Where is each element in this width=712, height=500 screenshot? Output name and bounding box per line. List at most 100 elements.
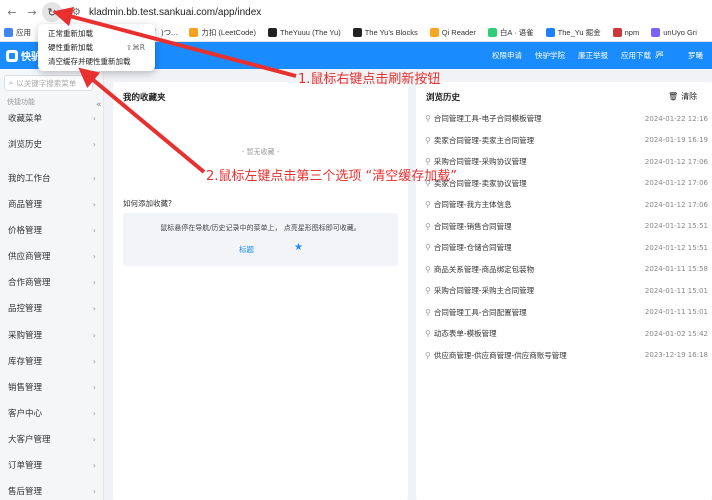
sidebar-item[interactable]: 采购管理 › (0, 326, 104, 344)
nav-academy[interactable]: 快驴学院 (535, 50, 565, 61)
bookmark-item[interactable]: The Yu's Blocks (352, 28, 418, 37)
sidebar-item[interactable]: 合作商管理 › (0, 273, 104, 291)
bookmark-favicon-icon (429, 28, 439, 37)
chevron-right-icon: › (92, 277, 96, 287)
chevron-right-icon: › (92, 434, 96, 444)
nav-permission-apply[interactable]: 权限申请 (492, 50, 522, 61)
history-item-time: 2024-01-12 17:06 (644, 179, 708, 187)
chevron-right-icon: › (92, 460, 96, 470)
sidebar-item[interactable]: 品控管理 › (0, 299, 104, 317)
history-item-time: 2023-12-19 16:18 (644, 351, 708, 359)
history-title: 浏览历史 (426, 93, 461, 103)
logo-icon (6, 49, 18, 62)
sidebar: ⌕ 以关键字搜索菜单 快捷功能 « 收藏菜单 › 浏览历史 › 我的工作台 › 商品管理 › 价… (0, 69, 104, 500)
sidebar-item[interactable]: 销售管理 › (0, 378, 104, 396)
link-icon: ⚲ (425, 135, 431, 145)
sidebar-item-label: 客户中心 (8, 409, 43, 419)
sidebar-item[interactable]: 浏览历史 › (0, 135, 104, 153)
address-bar[interactable]: ⚙ kladmin.bb.test.sankuai.com/app/index (72, 7, 261, 18)
shortcut-label: ⇧⌘R (126, 42, 145, 52)
clear-history-button[interactable]: 🗑 清除 (668, 91, 697, 102)
menu-item-hard-reload[interactable]: 硬性重新加载 ⇧⌘R (38, 40, 155, 54)
bookmark-item[interactable]: TheYuuu (The Yu) (267, 28, 341, 37)
sidebar-item[interactable]: 大客户管理 › (0, 430, 104, 448)
user-name[interactable]: 罗曦 (688, 50, 703, 61)
bookmark-favicon-icon (4, 28, 13, 37)
link-icon: ⚲ (425, 286, 431, 295)
url-text: kladmin.bb.test.sankuai.com/app/index (88, 6, 262, 18)
history-item-name: 合同管理-仓储合同管理 (433, 243, 512, 252)
sidebar-item[interactable]: 库存管理 › (0, 352, 104, 370)
sidebar-item-label: 浏览历史 (8, 140, 43, 150)
forward-arrow-icon[interactable]: → (22, 2, 42, 22)
history-item-name: 商品关系管理-商品绑定包装物 (433, 264, 535, 274)
sidebar-item-label: 库存管理 (8, 357, 43, 367)
history-item-name: 卖家合同管理-卖家主合同管理 (433, 135, 535, 145)
history-item-time: 2024-01-02 15:42 (644, 329, 708, 338)
bookmark-item[interactable]: The_Yu 掘金 (545, 27, 601, 38)
link-icon: ⚲ (425, 264, 431, 274)
bookmark-favicon-icon (545, 28, 555, 37)
history-row[interactable]: ⚲ 卖家合同管理-卖家主合同管理 2024-01-19 16:19 (425, 130, 708, 151)
menu-item-empty-cache-hard-reload[interactable]: 清空缓存并硬性重新加载 (38, 54, 155, 68)
annotation-step-2: 2.鼠标左键点击第三个选项 “清空缓存加载” (206, 169, 458, 184)
link-icon: ⚲ (425, 243, 431, 252)
sidebar-item-label: 收藏菜单 (8, 114, 43, 124)
history-row[interactable]: ⚲ 合同管理工具-电子合同模板管理 2024-01-22 12:16 (425, 108, 708, 129)
menu-search-input[interactable]: ⌕ 以关键字搜索菜单 (4, 75, 93, 91)
bookmark-item[interactable]: Qi Reader (429, 28, 476, 37)
annotation-step-1: 1.鼠标右键点击刷新按钮 (298, 72, 441, 87)
sidebar-item-label: 大客户管理 (8, 435, 51, 445)
chevron-right-icon: › (92, 303, 96, 313)
sidebar-item[interactable]: 收藏菜单 › (0, 109, 104, 127)
history-row[interactable]: ⚲ 合同管理-销售合同管理 2024-01-12 15:51 (425, 216, 708, 237)
bookmark-favicon-icon (189, 28, 199, 37)
history-row[interactable]: ⚲ 合同管理-我方主体信息 2024-01-12 17:06 (425, 194, 708, 215)
history-row[interactable]: ⚲ 合同管理-仓储合同管理 2024-01-12 15:51 (425, 237, 708, 258)
history-item-name: 卖家合同管理-卖家协议管理 (433, 178, 527, 188)
bookmark-item[interactable]: 白A · 语雀 (487, 27, 534, 38)
top-nav: 权限申请 快驴学院 廉正举报 应用下载 ⌄ (492, 42, 673, 69)
nav-app-download[interactable]: 应用下载 ⌄ (621, 50, 660, 61)
chevron-right-icon: › (92, 113, 96, 123)
reload-icon[interactable]: ↻ (42, 2, 62, 22)
bookmark-item[interactable]: npm (612, 28, 639, 37)
sidebar-item-label: 销售管理 (8, 383, 43, 393)
bookmark-item[interactable]: 应用 (4, 27, 31, 38)
history-row[interactable]: ⚲ 动态表单-模板管理 2024-01-02 15:42 (425, 323, 708, 344)
bookmark-item[interactable]: 力扣 (LeetCode) (189, 27, 256, 38)
nav-integrity-report[interactable]: 廉正举报 (578, 50, 608, 61)
sidebar-item[interactable]: 客户中心 › (0, 404, 104, 422)
favorites-title: 我的收藏夹 (123, 93, 166, 103)
history-row[interactable]: ⚲ 采购合同管理-采购主合同管理 2024-01-11 15:01 (425, 280, 708, 301)
sidebar-item[interactable]: 商品管理 › (0, 195, 104, 213)
sidebar-item[interactable]: 订单管理 › (0, 456, 104, 474)
sidebar-item-label: 采购管理 (8, 331, 43, 341)
site-settings-icon[interactable]: ⚙ (72, 7, 81, 18)
sidebar-item[interactable]: 供应商管理 › (0, 247, 104, 265)
back-arrow-icon[interactable]: ← (2, 2, 22, 22)
sidebar-item[interactable]: 售后管理 › (0, 482, 104, 500)
history-row[interactable]: ⚲ 供应商管理-供应商管理-供应商账号管理 2023-12-19 16:18 (425, 345, 708, 366)
history-item-name: 供应商管理-供应商管理-供应商账号管理 (433, 350, 567, 360)
sidebar-item[interactable]: 我的工作台 › (0, 169, 104, 187)
menu-item-normal-reload[interactable]: 正常重新加载 (38, 26, 155, 40)
sidebar-item[interactable]: 价格管理 › (0, 221, 104, 239)
mail-icon[interactable]: ✉ (656, 50, 664, 60)
history-row[interactable]: ⚲ 卖家合同管理-卖家协议管理 2024-01-12 17:06 (425, 173, 708, 194)
history-item-name: 采购合同管理-采购协议管理 (433, 157, 527, 166)
history-row[interactable]: ⚲ 采购合同管理-采购协议管理 2024-01-12 17:06 (425, 151, 708, 172)
sidebar-item-label: 商品管理 (8, 200, 43, 210)
link-icon: ⚲ (425, 329, 431, 338)
app-logo[interactable]: 快驴 (6, 48, 41, 63)
history-item-name: 合同管理工具-合同配置管理 (433, 307, 527, 317)
chevron-right-icon: › (92, 356, 96, 366)
history-row[interactable]: ⚲ 商品关系管理-商品绑定包装物 2024-01-11 15:58 (425, 259, 708, 280)
history-item-time: 2024-01-12 15:51 (644, 222, 708, 230)
bookmark-item[interactable]: unUyo Gri (651, 28, 697, 37)
chevron-right-icon: › (92, 173, 96, 183)
chevron-right-icon: › (92, 225, 96, 235)
history-row[interactable]: ⚲ 合同管理工具-合同配置管理 2024-01-11 15:01 (425, 302, 708, 323)
history-panel: 浏览历史 🗑 清除 ⚲ 合同管理工具-电子合同模板管理 2024-01-22 12:… (416, 82, 712, 500)
trash-icon: 🗑 (668, 92, 679, 101)
